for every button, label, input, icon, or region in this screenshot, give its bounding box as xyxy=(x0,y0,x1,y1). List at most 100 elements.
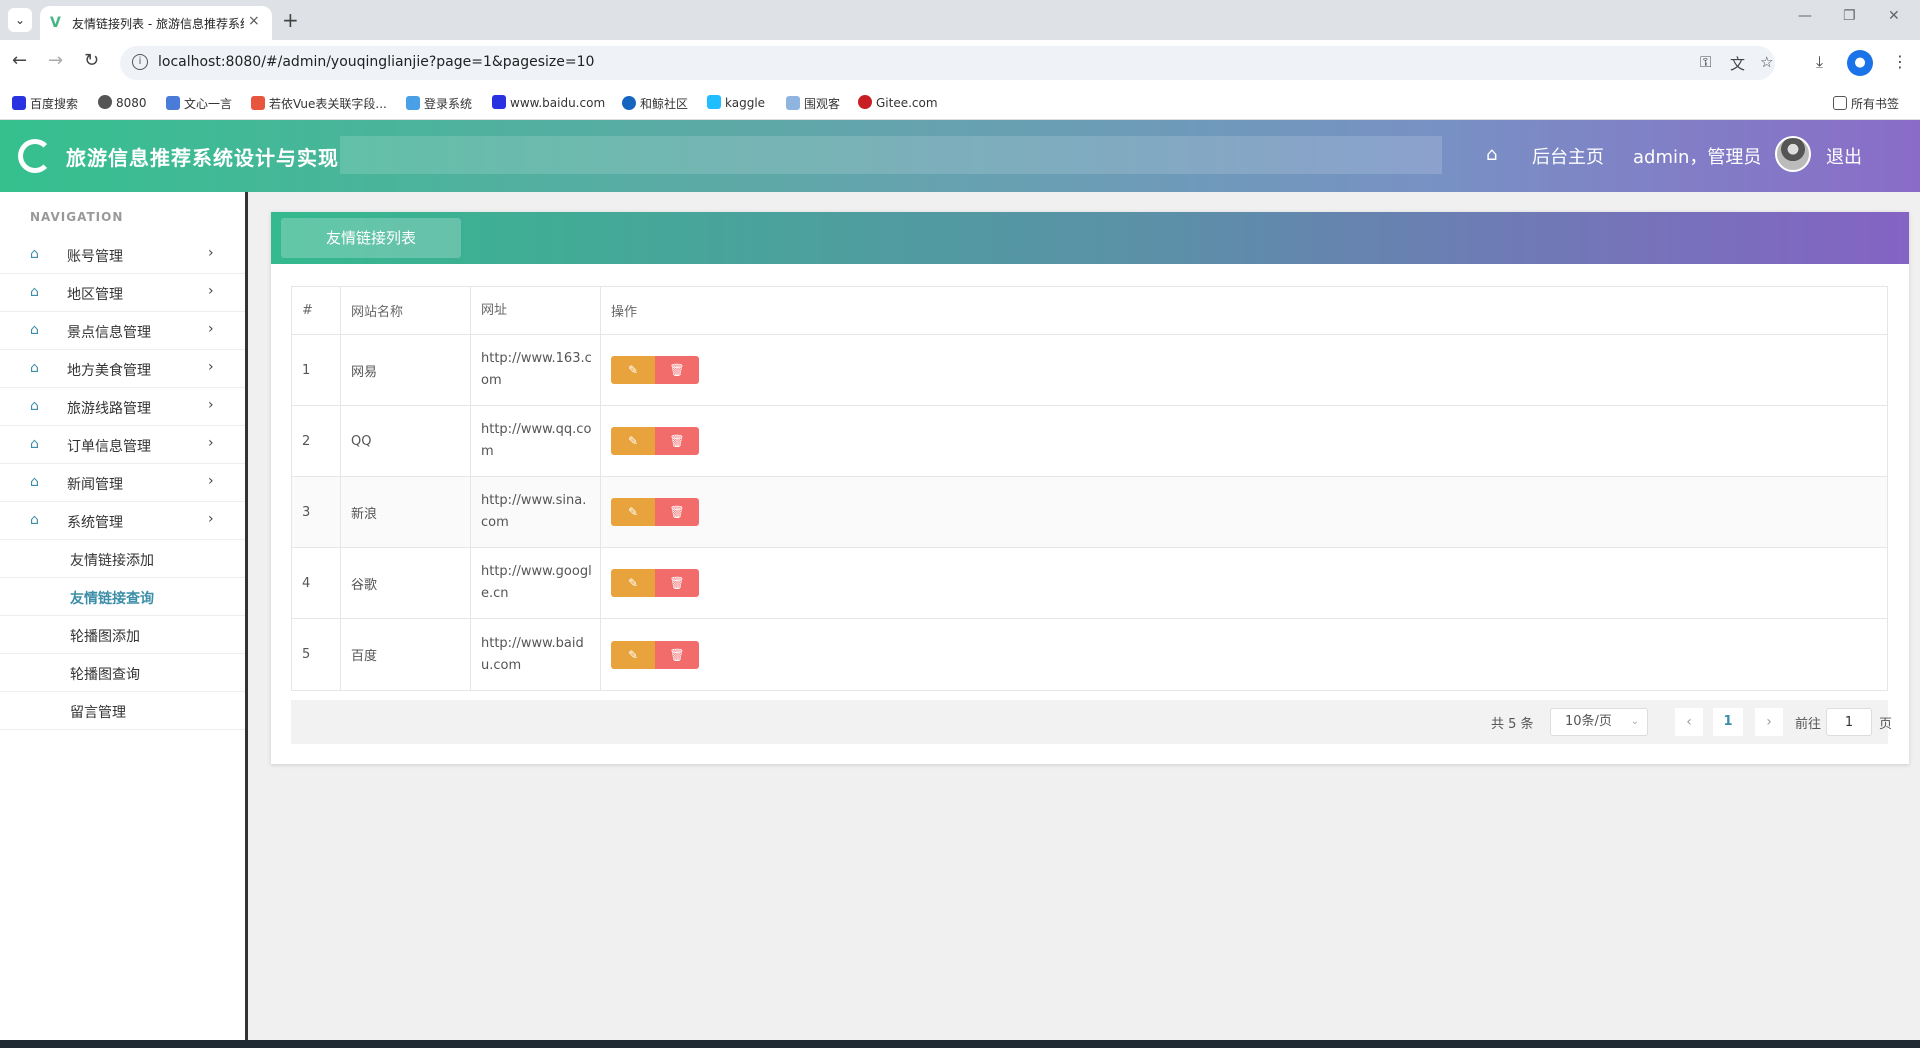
home-icon[interactable]: ⌂ xyxy=(1486,144,1497,165)
bookmark-item[interactable]: 8080 xyxy=(98,95,147,110)
table-row: 2 QQ http://www.qq.com ✎ 🗑 xyxy=(292,406,1887,477)
table-header-row: # 网站名称 网址 操作 xyxy=(292,287,1887,335)
site-url: http://www.163.com xyxy=(471,335,601,405)
tab-search-chevron-icon[interactable]: ⌄ xyxy=(8,8,32,32)
site-name: 网易 xyxy=(341,335,471,405)
pagination-bar: 共 5 条 10条/页⌄ ‹ 1 › 前往 页 xyxy=(291,700,1892,744)
row-id: 3 xyxy=(292,477,341,547)
tab-close-icon[interactable]: × xyxy=(248,13,260,29)
site-name: QQ xyxy=(341,406,471,476)
heywhale-icon xyxy=(622,96,636,110)
os-taskbar xyxy=(0,1040,1920,1048)
next-page-icon[interactable]: › xyxy=(1755,708,1783,736)
row-actions: ✎ 🗑 xyxy=(601,619,1889,690)
address-toolbar: ← → ↻ i localhost:8080/#/admin/youqingli… xyxy=(0,40,1920,86)
edit-button[interactable]: ✎ xyxy=(611,356,655,384)
current-page[interactable]: 1 xyxy=(1713,708,1743,736)
submenu-link-query[interactable]: 友情链接查询 xyxy=(0,578,245,616)
sidebar-item-scenic[interactable]: ⌂ 景点信息管理 › xyxy=(0,312,245,350)
home-icon: ⌂ xyxy=(30,436,39,452)
submenu-link-add[interactable]: 友情链接添加 xyxy=(0,540,245,578)
row-id: 5 xyxy=(292,619,341,690)
delete-button[interactable]: 🗑 xyxy=(655,356,699,384)
sidebar-item-account[interactable]: ⌂ 账号管理 › xyxy=(0,236,245,274)
wenxin-icon xyxy=(166,96,180,110)
row-actions: ✎ 🗑 xyxy=(601,477,1889,547)
table-row: 5 百度 http://www.baidu.com ✎ 🗑 xyxy=(292,619,1887,690)
chevron-right-icon: › xyxy=(208,283,214,299)
logout-link[interactable]: 退出 xyxy=(1826,143,1862,169)
tab-title: 友情链接列表 - 旅游信息推荐系统设计与实现 xyxy=(72,17,244,31)
more-menu-icon[interactable]: ⋮ xyxy=(1892,52,1908,71)
sidebar-item-system[interactable]: ⌂ 系统管理 › xyxy=(0,502,245,540)
profile-avatar-icon[interactable]: ● xyxy=(1847,50,1873,76)
card-title-tab[interactable]: 友情链接列表 xyxy=(281,218,461,258)
sidebar-item-route[interactable]: ⌂ 旅游线路管理 › xyxy=(0,388,245,426)
logo-icon xyxy=(18,139,52,173)
row-actions: ✎ 🗑 xyxy=(601,548,1889,618)
jian-icon xyxy=(251,96,265,110)
edit-button[interactable]: ✎ xyxy=(611,498,655,526)
delete-button[interactable]: 🗑 xyxy=(655,569,699,597)
bookmark-item[interactable]: Gitee.com xyxy=(858,95,938,110)
site-info-icon[interactable]: i xyxy=(132,54,148,70)
bookmark-item[interactable]: www.baidu.com xyxy=(492,95,605,110)
bookmark-item[interactable]: 若依Vue表关联字段... xyxy=(251,95,387,112)
restore-icon[interactable]: ❐ xyxy=(1843,8,1856,24)
trash-icon: 🗑 xyxy=(669,647,685,662)
bookmark-item[interactable]: 百度搜索 xyxy=(12,95,78,112)
forward-arrow-icon[interactable]: → xyxy=(48,50,63,71)
user-avatar[interactable] xyxy=(1775,136,1811,172)
back-arrow-icon[interactable]: ← xyxy=(12,50,27,71)
home-icon: ⌂ xyxy=(30,246,39,262)
prev-page-icon[interactable]: ‹ xyxy=(1675,708,1703,736)
bookmark-item[interactable]: 文心一言 xyxy=(166,95,232,112)
sidebar-item-food[interactable]: ⌂ 地方美食管理 › xyxy=(0,350,245,388)
bookmark-item[interactable]: 围观客 xyxy=(786,95,840,112)
edit-button[interactable]: ✎ xyxy=(611,427,655,455)
bookmark-item[interactable]: 和鲸社区 xyxy=(622,95,688,112)
translate-icon[interactable]: 文 xyxy=(1730,53,1745,74)
download-icon[interactable]: ⤓ xyxy=(1816,52,1823,72)
login-leaf-icon xyxy=(406,96,420,110)
url-text[interactable]: localhost:8080/#/admin/youqinglianjie?pa… xyxy=(158,54,594,70)
globe-icon xyxy=(98,95,112,109)
row-id: 4 xyxy=(292,548,341,618)
page-size-select[interactable]: 10条/页 ⌄ xyxy=(1550,708,1648,736)
weiguanke-icon xyxy=(786,96,800,110)
site-name: 谷歌 xyxy=(341,548,471,618)
edit-button[interactable]: ✎ xyxy=(611,569,655,597)
browser-tab[interactable]: V 友情链接列表 - 旅游信息推荐系统设计与实现 × xyxy=(40,6,272,40)
row-id: 1 xyxy=(292,335,341,405)
admin-home-link[interactable]: 后台主页 xyxy=(1532,143,1604,169)
edit-button[interactable]: ✎ xyxy=(611,640,655,669)
new-tab-button[interactable]: + xyxy=(282,8,299,32)
bookmark-star-icon[interactable]: ☆ xyxy=(1760,53,1773,71)
minimize-icon[interactable]: — xyxy=(1798,8,1812,24)
omnibox[interactable]: i localhost:8080/#/admin/youqinglianjie?… xyxy=(120,46,1775,80)
password-key-icon[interactable]: ⚿ xyxy=(1700,53,1711,71)
reload-icon[interactable]: ↻ xyxy=(84,50,99,71)
all-bookmarks[interactable]: 所有书签 xyxy=(1833,95,1899,112)
delete-button[interactable]: 🗑 xyxy=(655,498,699,526)
row-actions: ✎ 🗑 xyxy=(601,335,1889,405)
submenu-messages[interactable]: 留言管理 xyxy=(0,692,245,730)
pencil-icon: ✎ xyxy=(627,434,639,448)
submenu-carousel-add[interactable]: 轮播图添加 xyxy=(0,616,245,654)
trash-icon: 🗑 xyxy=(669,505,685,519)
close-window-icon[interactable]: ✕ xyxy=(1888,8,1900,24)
site-name: 百度 xyxy=(341,619,471,690)
submenu-carousel-query[interactable]: 轮播图查询 xyxy=(0,654,245,692)
goto-page-input[interactable] xyxy=(1826,708,1872,736)
delete-button[interactable]: 🗑 xyxy=(655,640,699,669)
card-header: 友情链接列表 xyxy=(271,212,1909,264)
bookmarks-bar: 百度搜索 8080 文心一言 若依Vue表关联字段... 登录系统 www.ba… xyxy=(0,86,1920,120)
bookmark-item[interactable]: 登录系统 xyxy=(406,95,472,112)
sidebar-item-region[interactable]: ⌂ 地区管理 › xyxy=(0,274,245,312)
sidebar-item-order[interactable]: ⌂ 订单信息管理 › xyxy=(0,426,245,464)
sidebar-item-news[interactable]: ⌂ 新闻管理 › xyxy=(0,464,245,502)
delete-button[interactable]: 🗑 xyxy=(655,427,699,455)
home-icon: ⌂ xyxy=(30,398,39,414)
bookmark-item[interactable]: kaggle xyxy=(707,95,765,110)
column-header: # xyxy=(292,287,341,334)
